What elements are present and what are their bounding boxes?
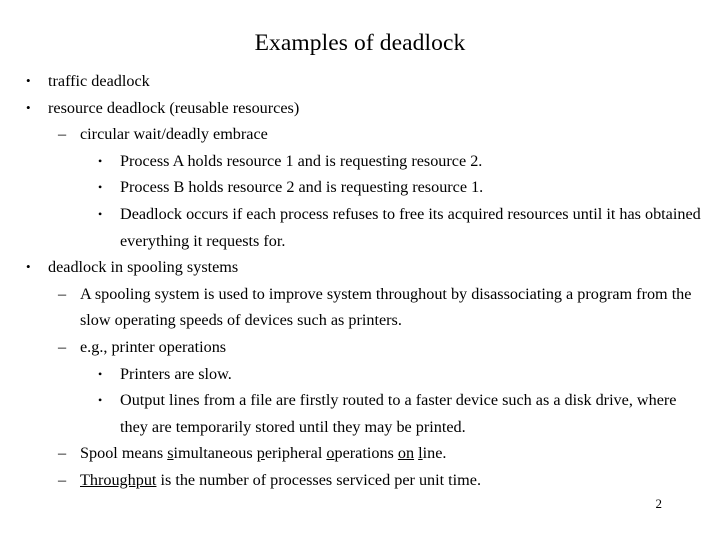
bullet-item-level-2: – Throughput is the number of processes s…: [14, 467, 708, 494]
plain-text: perations: [334, 444, 398, 463]
bullet-text: resource deadlock (reusable resources): [48, 98, 300, 117]
bullet-item-level-3: • Output lines from a file are firstly ro…: [14, 387, 708, 440]
bullet-item-level-1: • traffic deadlock: [14, 68, 708, 95]
slide-canvas: Examples of deadlock • traffic deadlock • r…: [0, 0, 720, 540]
bullet-text: traffic deadlock: [48, 72, 150, 90]
plain-text: Spool means: [80, 444, 168, 463]
dash-marker-icon: –: [58, 284, 67, 303]
bullet-marker-icon: •: [98, 206, 103, 221]
bullet-text: Process B holds resource 2 and is reques…: [120, 178, 484, 197]
underlined-text: o: [326, 444, 335, 463]
dash-marker-icon: –: [58, 470, 67, 489]
bullet-text: Throughput is the number of processes se…: [80, 467, 708, 494]
bullet-marker-icon: •: [98, 180, 103, 195]
bullet-text: Spool means simultaneous peripheral oper…: [80, 440, 708, 467]
bullet-item-level-3: • Printers are slow.: [14, 361, 708, 388]
bullet-marker-icon: •: [98, 366, 103, 381]
slide-body: • traffic deadlock • resource deadlock (reu…: [14, 68, 708, 494]
page-number: 2: [655, 496, 663, 511]
bullet-marker-icon: •: [98, 153, 103, 168]
bullet-text: circular wait/deadly embrace: [80, 125, 268, 144]
bullet-item-level-1: • deadlock in spooling systems: [14, 254, 708, 281]
bullet-item-level-2: – e.g., printer operations: [14, 334, 708, 361]
plain-text: imultaneous: [173, 444, 257, 463]
bullet-item-level-3: • Process A holds resource 1 and is reque…: [14, 148, 708, 175]
bullet-item-level-3: • Process B holds resource 2 and is reque…: [14, 174, 708, 201]
bullet-marker-icon: •: [98, 393, 103, 408]
bullet-text: Output lines from a file are firstly rou…: [120, 391, 677, 436]
bullet-marker-icon: •: [26, 259, 31, 275]
bullet-marker-icon: •: [26, 99, 31, 115]
bullet-text: Deadlock occurs if each process refuses …: [120, 204, 701, 250]
bullet-text: Printers are slow.: [120, 364, 232, 383]
bullet-item-level-2: – circular wait/deadly embrace: [14, 121, 708, 148]
dash-marker-icon: –: [58, 444, 67, 463]
plain-text: ine.: [422, 444, 447, 463]
dash-marker-icon: –: [58, 125, 67, 144]
dash-marker-icon: –: [58, 337, 67, 356]
underlined-text: p: [256, 444, 265, 463]
bullet-marker-icon: •: [26, 73, 31, 88]
bullet-text: A spooling system is used to improve sys…: [80, 284, 692, 330]
plain-text: is the number of processes serviced per …: [156, 470, 481, 489]
bullet-text: e.g., printer operations: [80, 337, 227, 356]
bullet-text: Process A holds resource 1 and is reques…: [120, 151, 483, 170]
underlined-text: on: [397, 444, 415, 463]
bullet-item-level-3: • Deadlock occurs if each process refuses…: [14, 201, 708, 254]
bullet-item-level-2: – Spool means simultaneous peripheral ope…: [14, 440, 708, 467]
bullet-text: deadlock in spooling systems: [48, 258, 239, 277]
bullet-item-level-2: – A spooling system is used to improve sy…: [14, 281, 708, 334]
plain-text: eripheral: [264, 444, 327, 463]
page-title: Examples of deadlock: [254, 30, 466, 56]
bullet-item-level-1: • resource deadlock (reusable resources): [14, 95, 708, 122]
underlined-text: Throughput: [80, 470, 157, 489]
